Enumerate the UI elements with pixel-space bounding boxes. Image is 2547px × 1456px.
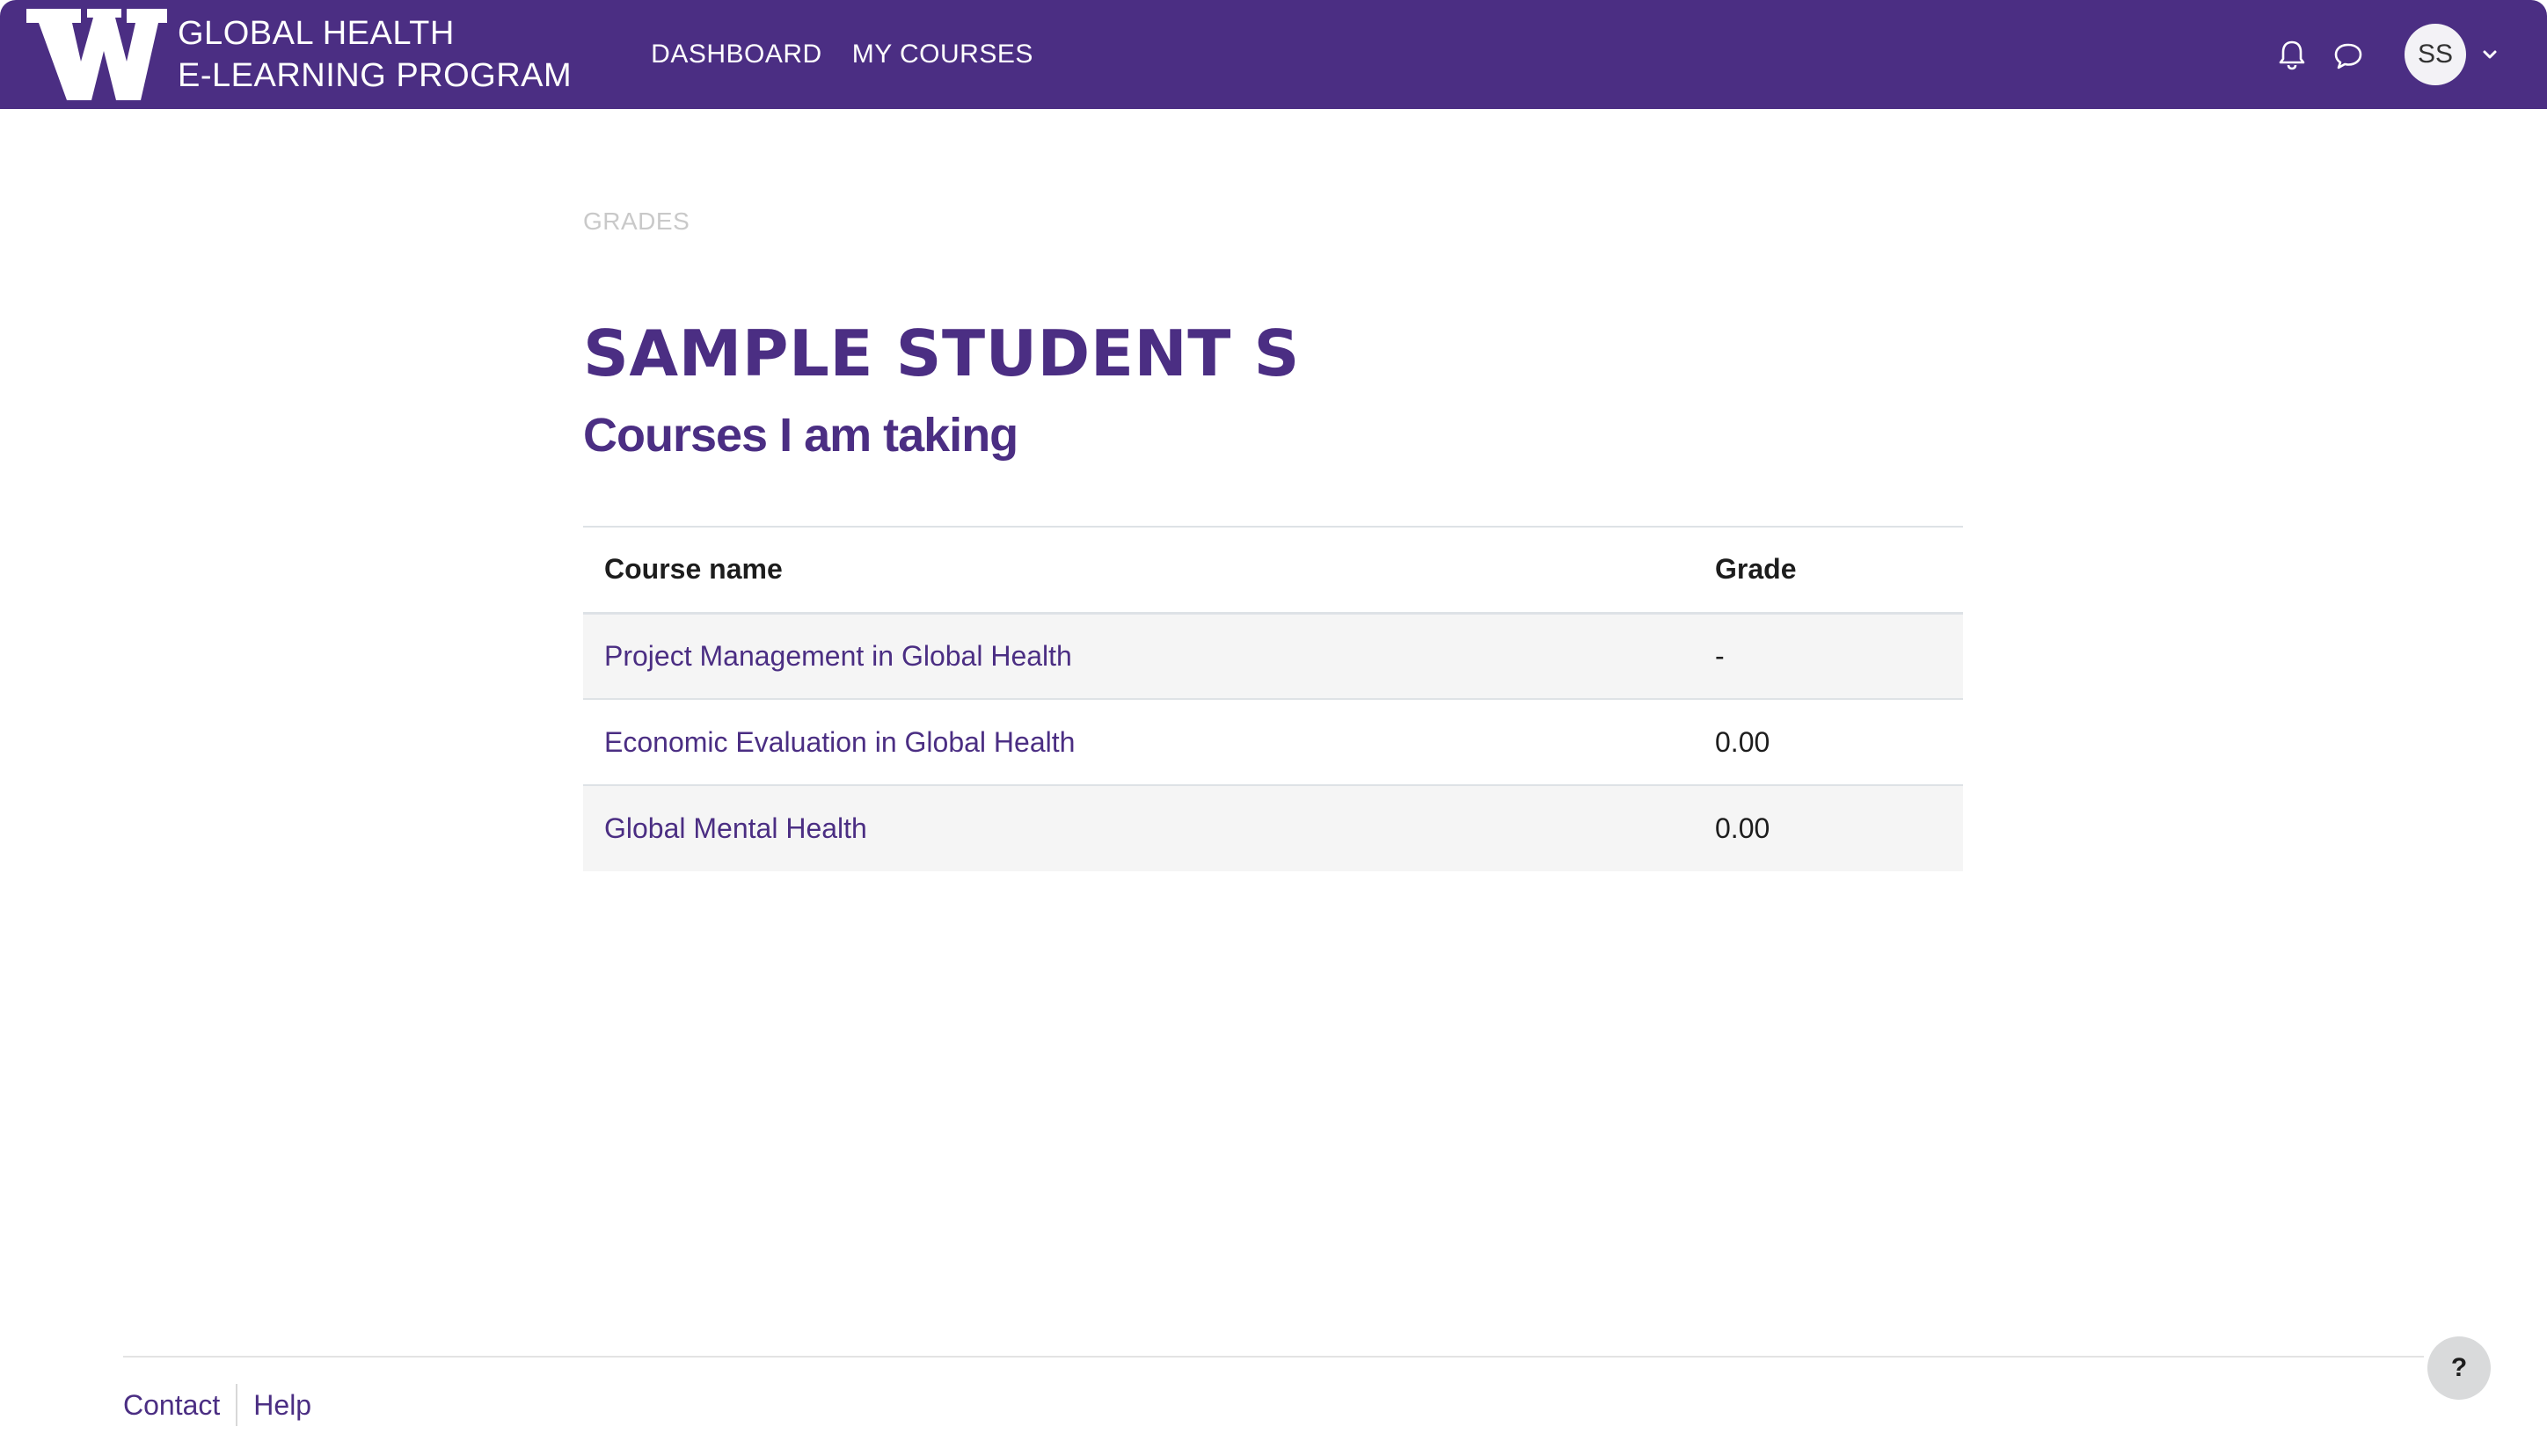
breadcrumb[interactable]: GRADES — [583, 207, 690, 236]
brand-text: GLOBAL HEALTH E-LEARNING PROGRAM — [178, 12, 572, 97]
top-navbar: GLOBAL HEALTH E-LEARNING PROGRAM DASHBOA… — [0, 0, 2547, 109]
table-row: Project Management in Global Health - — [583, 612, 1963, 699]
brand-home-link[interactable]: GLOBAL HEALTH E-LEARNING PROGRAM — [26, 0, 572, 109]
brand-line-1: GLOBAL HEALTH — [178, 15, 455, 52]
bell-icon[interactable] — [2274, 37, 2310, 72]
chat-bubble-icon[interactable] — [2331, 37, 2366, 72]
course-cell: Economic Evaluation in Global Health — [583, 698, 1694, 785]
primary-nav: DASHBOARD MY COURSES — [651, 40, 1033, 69]
grade-cell: 0.00 — [1694, 698, 1963, 785]
user-avatar[interactable]: SS — [2405, 24, 2466, 85]
footer-divider — [123, 1356, 2424, 1358]
column-header-grade: Grade — [1694, 526, 1963, 615]
nav-dashboard[interactable]: DASHBOARD — [651, 40, 822, 69]
footer: Contact Help — [123, 1384, 311, 1426]
chevron-down-icon[interactable] — [2478, 43, 2501, 66]
app-window: GLOBAL HEALTH E-LEARNING PROGRAM DASHBOA… — [0, 0, 2547, 1456]
grade-cell: - — [1694, 612, 1963, 699]
column-header-course: Course name — [583, 526, 1694, 615]
course-link[interactable]: Economic Evaluation in Global Health — [604, 726, 1075, 758]
footer-separator — [236, 1384, 238, 1426]
table-row: Economic Evaluation in Global Health 0.0… — [583, 698, 1963, 785]
grade-cell: 0.00 — [1694, 784, 1963, 871]
table-row: Global Mental Health 0.00 — [583, 784, 1963, 871]
footer-help-link[interactable]: Help — [253, 1389, 311, 1422]
help-button[interactable]: ? — [2427, 1336, 2491, 1400]
course-cell: Project Management in Global Health — [583, 612, 1694, 699]
page-subtitle: Courses I am taking — [583, 409, 1018, 462]
footer-contact-link[interactable]: Contact — [123, 1389, 220, 1422]
nav-right-group: SS — [2253, 0, 2501, 109]
uw-w-logo-icon — [26, 9, 167, 100]
grades-table: Course name Grade Project Management in … — [583, 526, 1963, 871]
nav-my-courses[interactable]: MY COURSES — [852, 40, 1033, 69]
page-title: SAMPLE STUDENT S — [583, 317, 1300, 390]
brand-line-2: E-LEARNING PROGRAM — [178, 57, 573, 94]
table-header-row: Course name Grade — [583, 526, 1963, 615]
course-link[interactable]: Global Mental Health — [604, 812, 867, 844]
question-icon: ? — [2450, 1353, 2468, 1382]
course-link[interactable]: Project Management in Global Health — [604, 640, 1072, 672]
course-cell: Global Mental Health — [583, 784, 1694, 871]
